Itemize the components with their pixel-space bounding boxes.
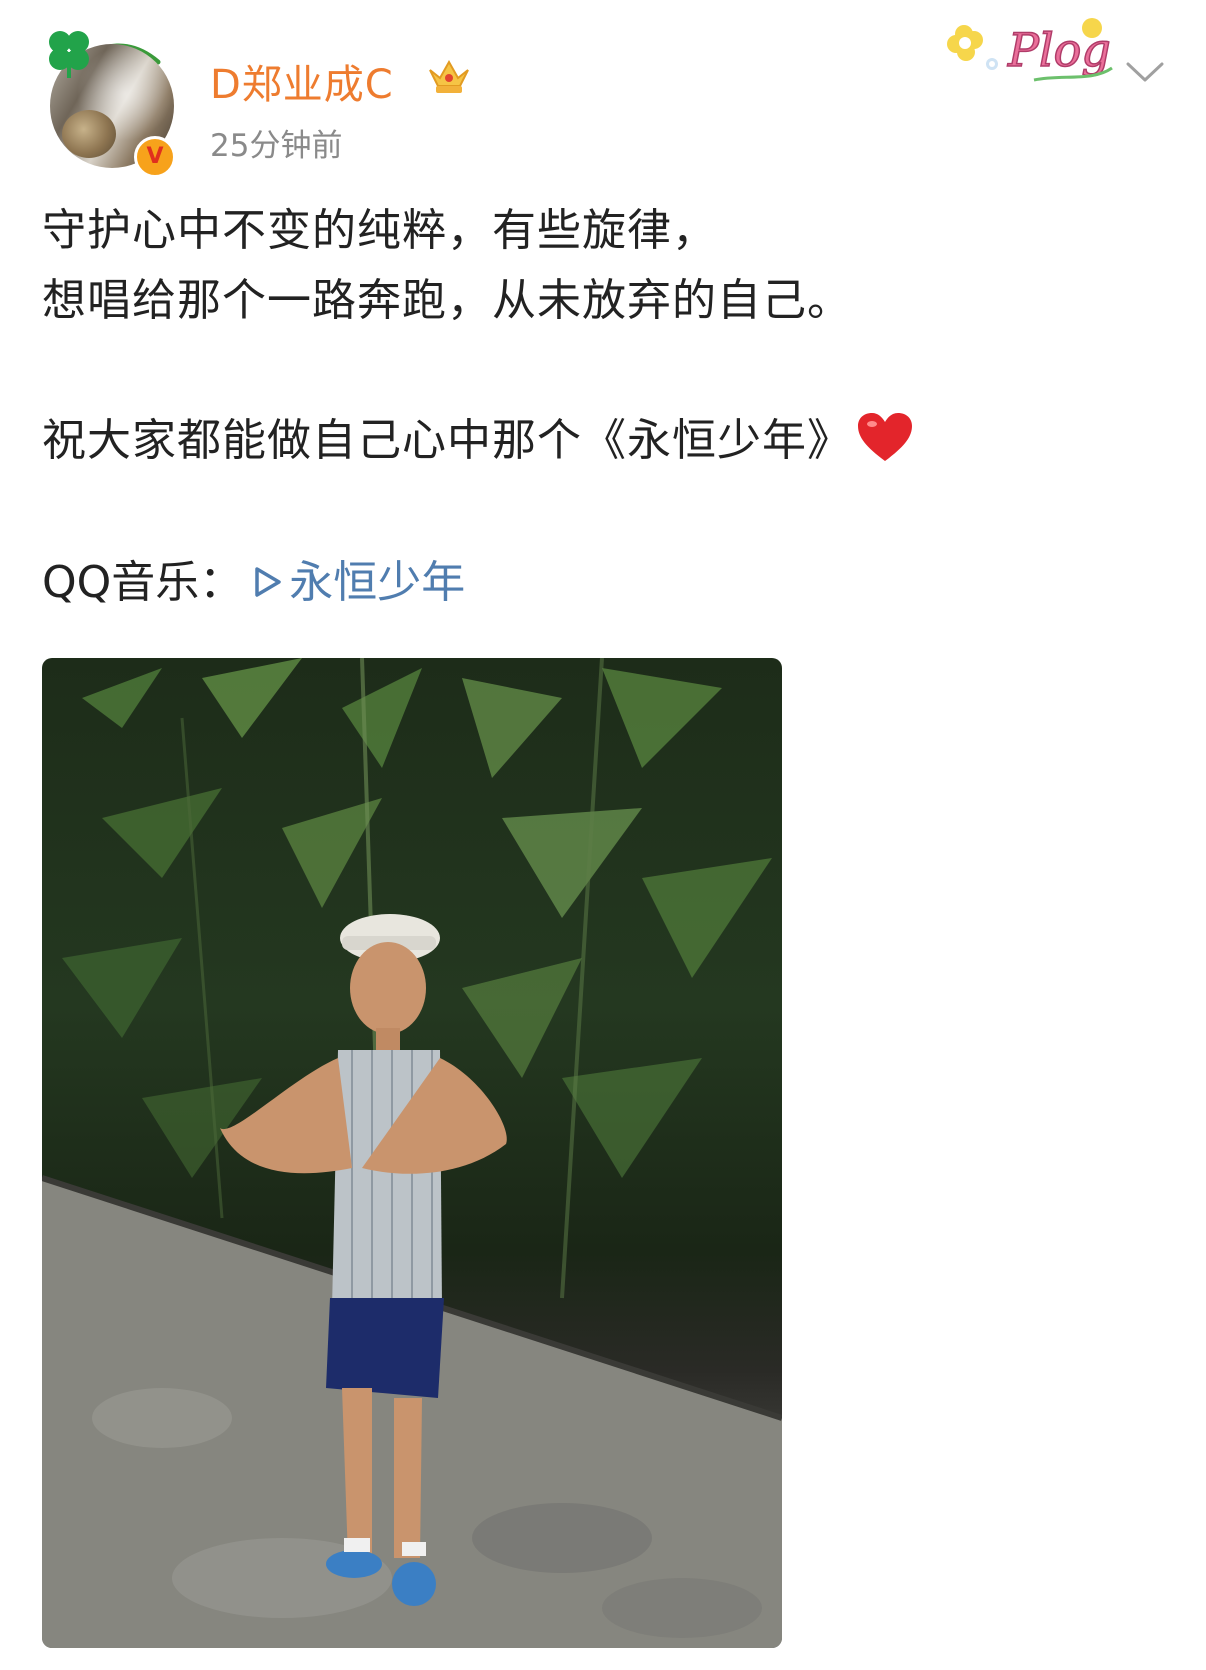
post-timestamp: 25分钟前: [210, 128, 343, 164]
clover-icon: [49, 31, 89, 78]
avatar-flowers: [62, 110, 116, 158]
post-text-line-3-text: 祝大家都能做自己心中那个《永恒少年》: [42, 415, 852, 466]
weibo-post: V D郑业成C 25分钟前 Plog 守护心中不变的纯粹，有些旋律， 想唱给那个…: [0, 0, 1206, 1670]
avatar-group[interactable]: V: [42, 26, 176, 178]
chevron-down-icon[interactable]: [1122, 58, 1168, 86]
post-text-line-3: 祝大家都能做自己心中那个《永恒少年》: [42, 406, 1162, 476]
post-text-line-2: 想唱给那个一路奔跑，从未放弃的自己。: [42, 275, 852, 326]
username[interactable]: D郑业成C: [210, 52, 394, 110]
crown-icon: [429, 59, 469, 93]
post-photo[interactable]: [42, 658, 782, 1648]
photo-illustration: [42, 658, 782, 1648]
post-content: 守护心中不变的纯粹，有些旋律， 想唱给那个一路奔跑，从未放弃的自己。 祝大家都能…: [42, 196, 1162, 618]
music-link[interactable]: 永恒少年: [253, 557, 465, 608]
plog-sticker: Plog: [947, 18, 1113, 82]
sticker-flower: [947, 25, 998, 70]
play-icon: [255, 567, 282, 597]
heart-icon: [858, 413, 912, 461]
verified-badge-icon: V: [134, 136, 176, 178]
music-prefix: QQ音乐：: [42, 557, 244, 608]
post-text-line-1: 守护心中不变的纯粹，有些旋律，: [42, 205, 717, 256]
music-line: QQ音乐： 永恒少年: [42, 548, 1162, 618]
music-link-text: 永恒少年: [289, 557, 466, 608]
